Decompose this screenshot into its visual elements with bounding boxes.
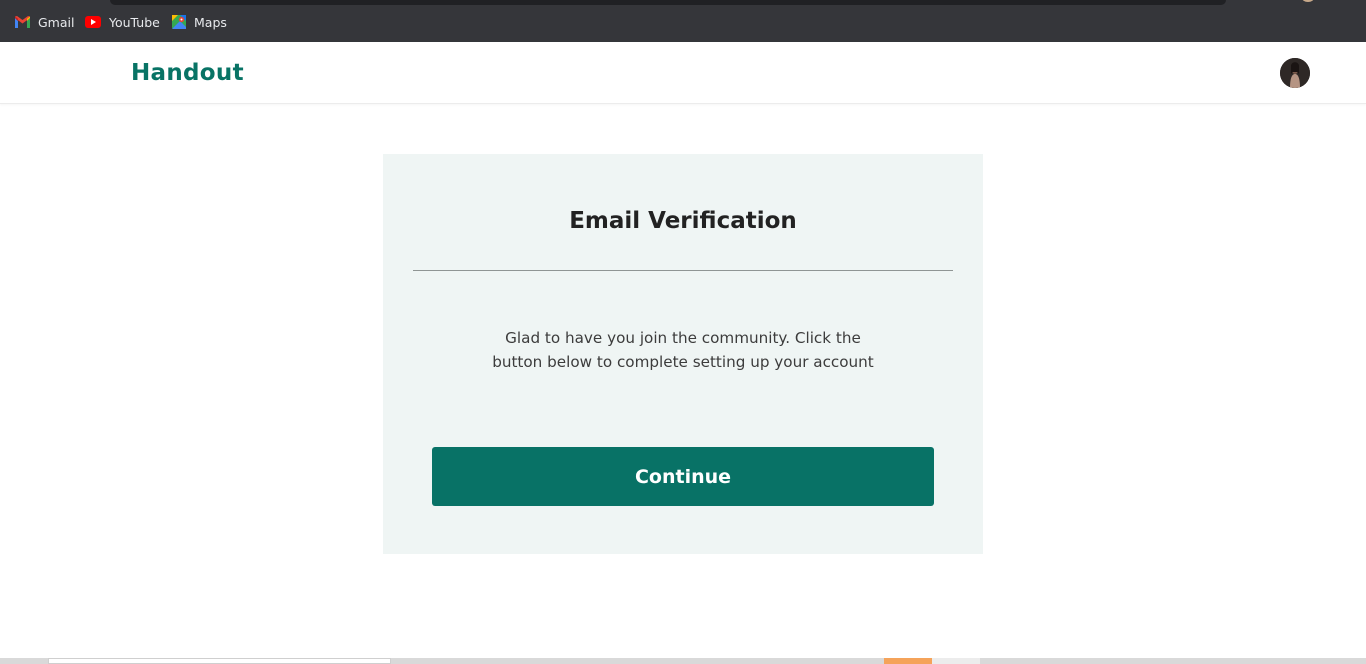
bookmark-maps-label: Maps: [194, 14, 227, 30]
card-title: Email Verification: [569, 208, 797, 234]
youtube-icon: [85, 16, 101, 28]
title-divider: [413, 270, 953, 271]
bookmark-gmail-label: Gmail: [38, 14, 75, 30]
continue-button[interactable]: Continue: [432, 447, 934, 506]
bottom-strip-segment-light: [932, 658, 980, 664]
browser-omnibox-edge: [110, 0, 1226, 5]
user-avatar[interactable]: [1280, 58, 1310, 88]
bottom-strip-accent: [884, 658, 932, 664]
site-header: Handout: [0, 42, 1366, 104]
browser-profile-icon[interactable]: [1302, 0, 1314, 2]
verification-message: Glad to have you join the community. Cli…: [492, 329, 874, 371]
bottom-strip-segment: [48, 658, 391, 664]
bookmark-gmail[interactable]: Gmail: [15, 13, 74, 31]
bookmark-maps[interactable]: Maps: [172, 13, 227, 31]
handout-logo[interactable]: Handout: [131, 57, 244, 89]
bookmark-youtube-label: YouTube: [109, 14, 160, 30]
maps-icon: [172, 15, 186, 29]
bookmark-youtube[interactable]: YouTube: [85, 13, 160, 31]
browser-bookmarks-bar: Gmail YouTube Maps: [0, 0, 1366, 42]
gmail-icon: [15, 16, 30, 28]
bottom-strip: [0, 658, 1366, 664]
